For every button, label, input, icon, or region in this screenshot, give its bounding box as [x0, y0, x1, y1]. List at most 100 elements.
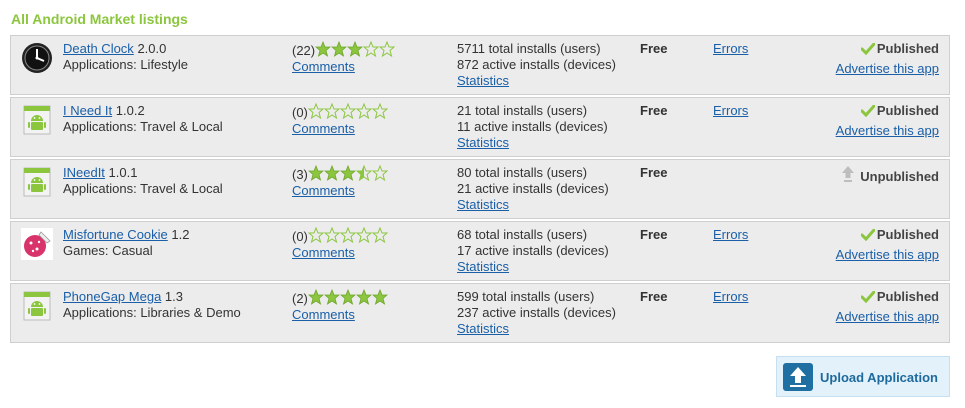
active-installs: 11 active installs (devices)	[457, 119, 608, 134]
price: Free	[640, 227, 668, 242]
star-rating	[315, 40, 396, 60]
app-version: 2.0.0	[137, 41, 167, 56]
app-category: Applications: Travel & Local	[63, 181, 223, 196]
total-installs: 80 total installs (users)	[457, 165, 588, 180]
status-unpublished: Unpublished	[841, 165, 939, 185]
install-stats: 599 total installs (users) 237 active in…	[457, 289, 616, 337]
cookie-icon	[21, 228, 53, 260]
star-icon	[371, 288, 388, 308]
star-icon	[355, 288, 372, 308]
statistics-link[interactable]: Statistics	[457, 73, 509, 88]
comments-link[interactable]: Comments	[292, 245, 355, 260]
app-name-link[interactable]: Death Clock	[63, 41, 134, 56]
install-stats: 68 total installs (users) 17 active inst…	[457, 227, 609, 275]
status-published: Published	[836, 289, 939, 305]
errors-link[interactable]: Errors	[713, 103, 748, 119]
statistics-link[interactable]: Statistics	[457, 259, 509, 274]
total-installs: 21 total installs (users)	[457, 103, 588, 118]
upload-arrow-icon	[841, 166, 857, 184]
app-name-link[interactable]: I Need It	[63, 103, 112, 118]
star-icon	[371, 164, 389, 184]
star-icon	[331, 40, 348, 60]
price: Free	[640, 289, 668, 304]
checkmark-icon	[860, 289, 877, 304]
star-icon	[339, 226, 357, 246]
advertise-link[interactable]: Advertise this app	[836, 123, 939, 139]
star-icon	[323, 164, 340, 184]
install-stats: 5711 total installs (users) 872 active i…	[457, 41, 616, 89]
clock-icon	[21, 42, 53, 74]
rating-count: (3)	[292, 167, 308, 182]
checkmark-icon	[860, 103, 877, 118]
checkmark-icon	[860, 227, 877, 242]
app-category: Games: Casual	[63, 243, 153, 258]
upload-application-label: Upload Application	[820, 370, 938, 385]
status-published: Published	[836, 227, 939, 243]
statistics-link[interactable]: Statistics	[457, 197, 509, 212]
install-stats: 21 total installs (users) 11 active inst…	[457, 103, 608, 151]
app-name-link[interactable]: PhoneGap Mega	[63, 289, 161, 304]
app-info: PhoneGap Mega 1.3 Applications: Librarie…	[63, 289, 241, 321]
checkmark-icon	[860, 41, 877, 56]
android-icon	[21, 166, 53, 198]
app-name-link[interactable]: Misfortune Cookie	[63, 227, 168, 242]
rating: (0) Comments	[292, 102, 389, 137]
app-info: INeedIt 1.0.1 Applications: Travel & Loc…	[63, 165, 223, 197]
active-installs: 17 active installs (devices)	[457, 243, 609, 258]
page-title: All Android Market listings	[11, 11, 188, 27]
app-version: 1.3	[164, 289, 183, 304]
android-icon	[21, 104, 53, 136]
app-name-link[interactable]: INeedIt	[63, 165, 105, 180]
statistics-link[interactable]: Statistics	[457, 135, 509, 150]
comments-link[interactable]: Comments	[292, 307, 355, 322]
star-icon	[323, 226, 341, 246]
app-info: I Need It 1.0.2 Applications: Travel & L…	[63, 103, 223, 135]
app-category: Applications: Travel & Local	[63, 119, 223, 134]
active-installs: 237 active installs (devices)	[457, 305, 616, 320]
star-icon	[339, 288, 356, 308]
upload-application-button[interactable]: Upload Application	[776, 356, 950, 397]
star-icon	[307, 102, 325, 122]
star-icon	[371, 102, 389, 122]
app-row: Death Clock 2.0.0 Applications: Lifestyl…	[10, 35, 950, 95]
advertise-link[interactable]: Advertise this app	[836, 247, 939, 263]
errors-link[interactable]: Errors	[713, 41, 748, 57]
price: Free	[640, 165, 668, 180]
rating: (3) Comments	[292, 164, 389, 199]
star-icon	[339, 102, 357, 122]
errors-link[interactable]: Errors	[713, 227, 748, 243]
statistics-link[interactable]: Statistics	[457, 321, 509, 336]
app-row: INeedIt 1.0.1 Applications: Travel & Loc…	[10, 159, 950, 219]
upload-arrow-icon	[783, 363, 813, 394]
app-row: PhoneGap Mega 1.3 Applications: Librarie…	[10, 283, 950, 343]
star-rating	[307, 288, 388, 308]
comments-link[interactable]: Comments	[292, 59, 355, 74]
app-category: Applications: Lifestyle	[63, 57, 189, 72]
errors-link[interactable]: Errors	[713, 289, 748, 305]
total-installs: 599 total installs (users)	[457, 289, 595, 304]
comments-link[interactable]: Comments	[292, 121, 355, 136]
status-published: Published	[836, 103, 939, 119]
app-row: I Need It 1.0.2 Applications: Travel & L…	[10, 97, 950, 157]
star-icon	[378, 40, 396, 60]
rating-count: (0)	[292, 105, 308, 120]
publish-status: Unpublished	[841, 165, 939, 185]
rating: (0) Comments	[292, 226, 389, 261]
app-info: Death Clock 2.0.0 Applications: Lifestyl…	[63, 41, 188, 73]
star-icon	[362, 40, 380, 60]
comments-link[interactable]: Comments	[292, 183, 355, 198]
star-icon	[323, 288, 340, 308]
total-installs: 5711 total installs (users)	[457, 41, 601, 56]
advertise-link[interactable]: Advertise this app	[836, 309, 939, 325]
app-category: Applications: Libraries & Demo	[63, 305, 241, 320]
rating: (2) Comments	[292, 288, 388, 323]
star-icon	[307, 164, 324, 184]
star-icon	[339, 164, 356, 184]
publish-status: Published Advertise this app	[836, 289, 939, 325]
app-version: 1.0.2	[115, 103, 145, 118]
star-icon	[355, 226, 373, 246]
advertise-link[interactable]: Advertise this app	[836, 61, 939, 77]
app-version: 1.2	[171, 227, 190, 242]
rating-count: (2)	[292, 291, 308, 306]
status-published: Published	[836, 41, 939, 57]
